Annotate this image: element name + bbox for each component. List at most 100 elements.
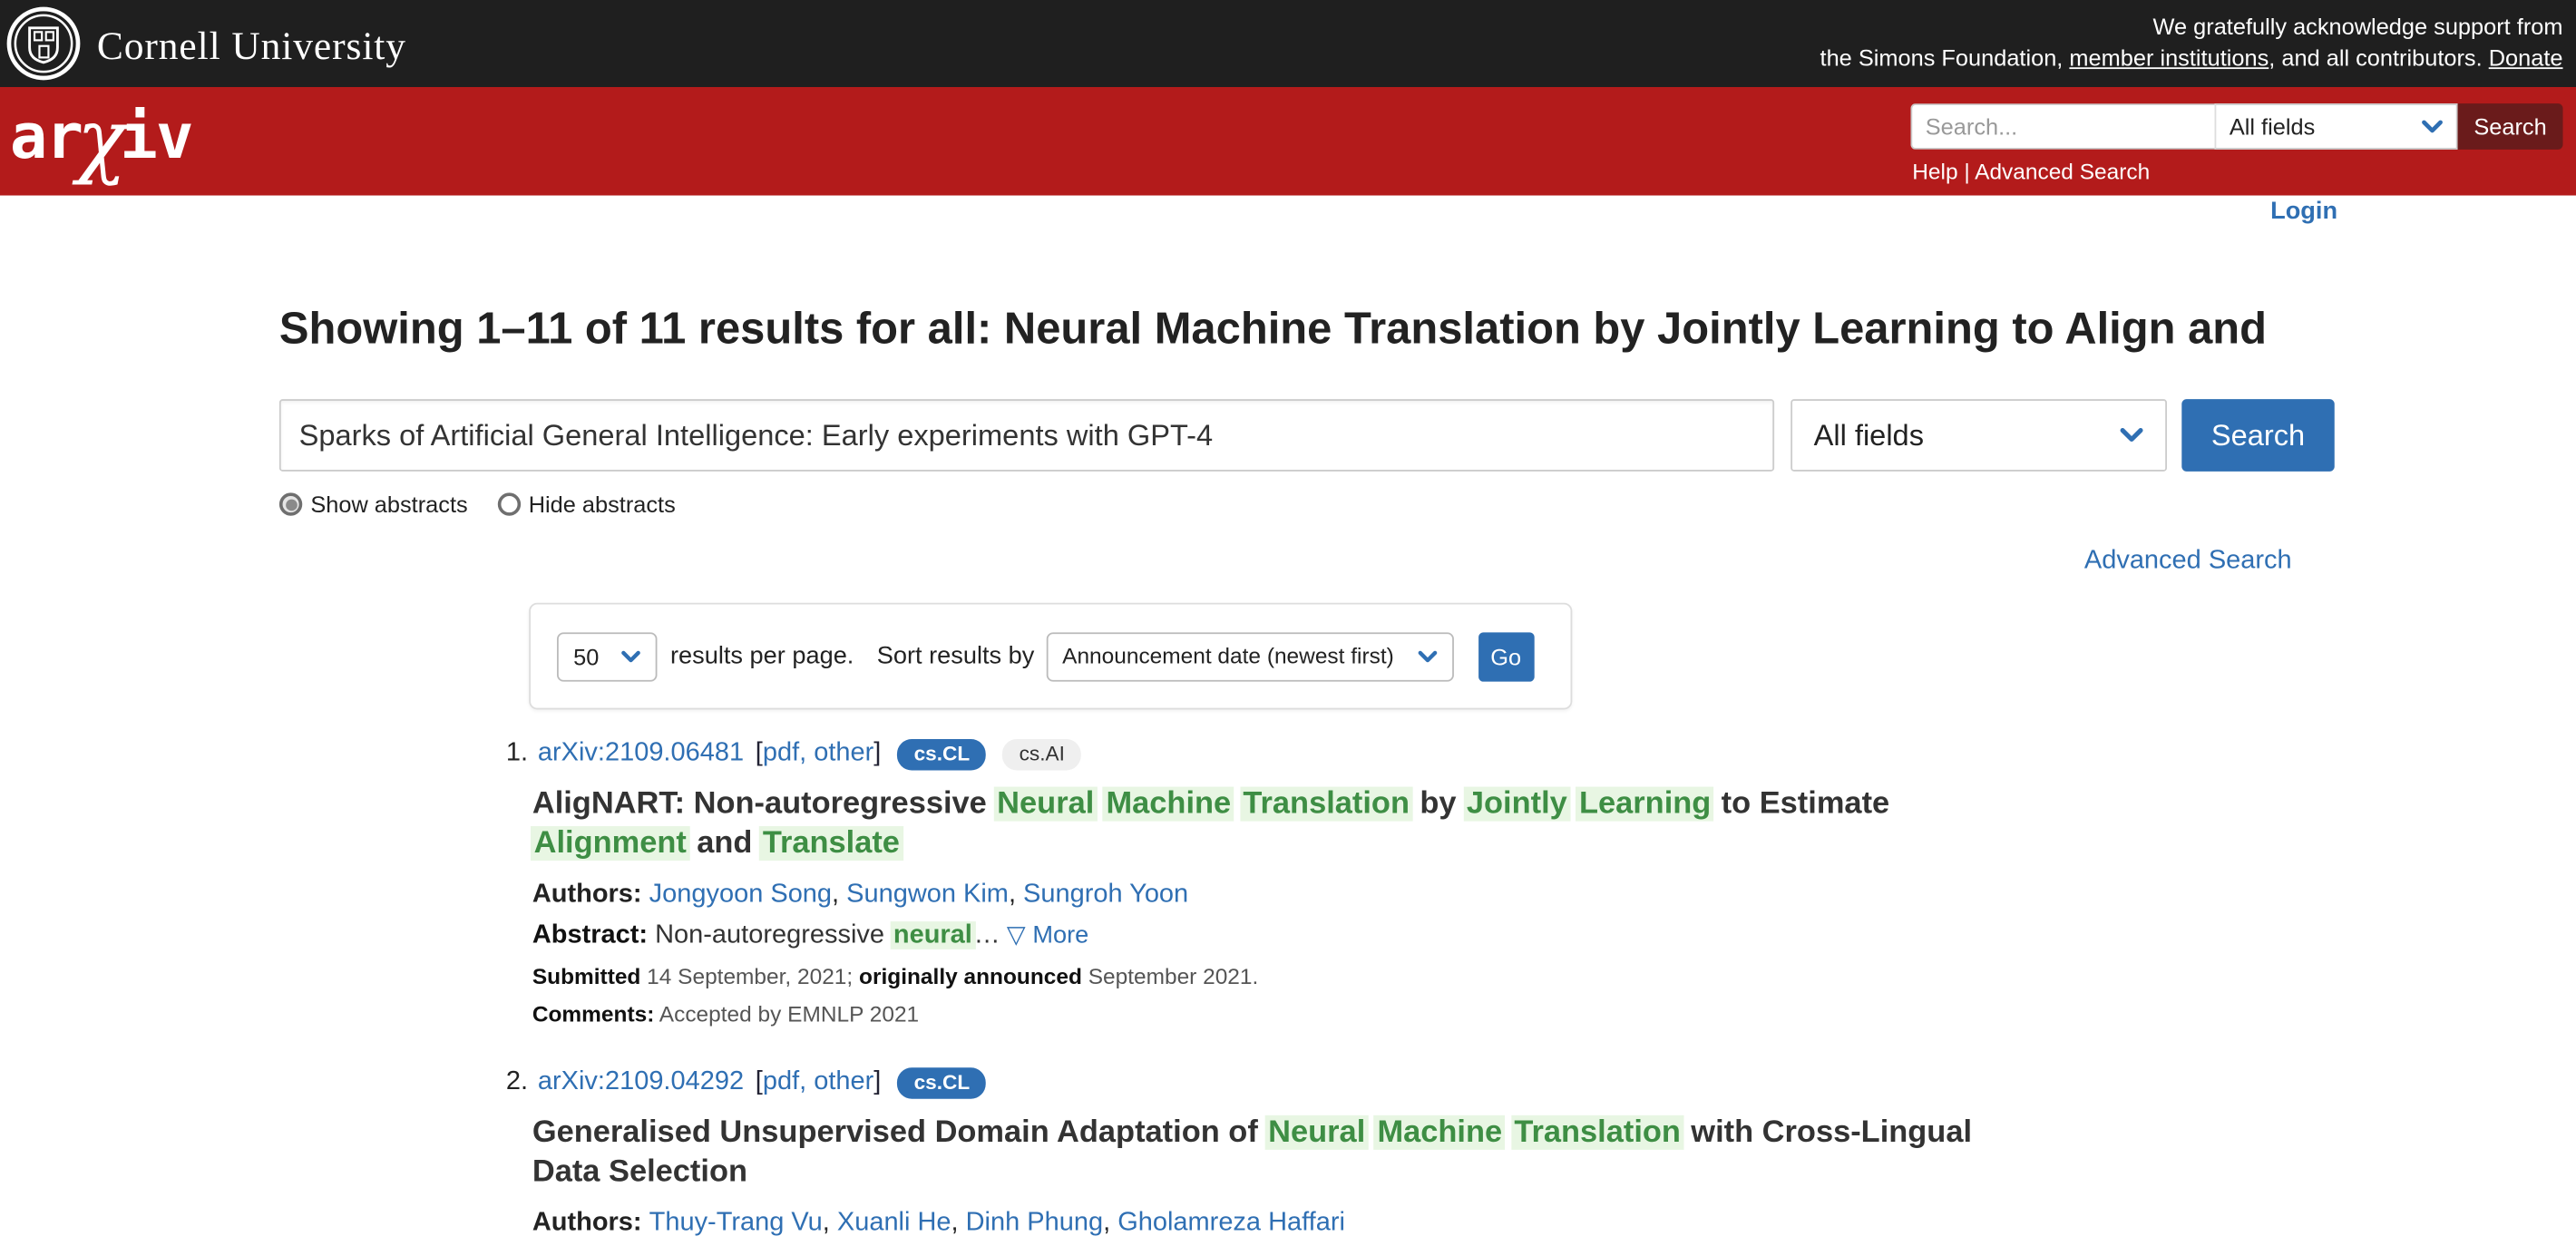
- arxiv-chi-glyph: χ: [77, 92, 125, 187]
- pdf-link[interactable]: pdf: [763, 1067, 799, 1095]
- result-item: 2. arXiv:2109.04292 [pdf, other] cs.CL Gener…: [506, 1065, 2313, 1246]
- arxiv-banner: arχiv All fields Search Help | Advanced …: [0, 87, 2576, 196]
- result-number: 2.: [506, 1065, 528, 1101]
- text-part: Submitted: [532, 964, 641, 988]
- other-link[interactable]: other: [814, 1067, 873, 1095]
- result-title[interactable]: AligNART: Non-autoregressive Neural Mach…: [532, 785, 2313, 864]
- abstract-label: Abstract:: [532, 921, 655, 949]
- results-list: 1. arXiv:2109.06481 [pdf, other] cs.CL cs.AI…: [506, 735, 2313, 1246]
- result-item: 1. arXiv:2109.06481 [pdf, other] cs.CL cs.AI…: [506, 735, 2313, 1027]
- per-page-select[interactable]: 50: [557, 631, 657, 680]
- highlighted-term: Alignment: [531, 826, 689, 861]
- text-part: …: [974, 921, 1000, 949]
- other-link[interactable]: other: [814, 739, 873, 767]
- help-link[interactable]: Help: [1912, 160, 1957, 184]
- results-controls: 50 results per page. Sort results by Ann…: [529, 603, 1572, 710]
- show-abstracts-radio[interactable]: [279, 492, 302, 515]
- member-institutions-link[interactable]: member institutions: [2069, 44, 2269, 70]
- text-part: September 2021.: [1082, 964, 1258, 988]
- main-search-row: All fields Search: [279, 399, 2335, 472]
- show-abstracts-option[interactable]: Show abstracts: [279, 492, 468, 518]
- more-toggle-link[interactable]: ▽ More: [1007, 921, 1088, 949]
- author-link[interactable]: Thuy-Trang Vu: [649, 1209, 823, 1237]
- text-part: AligNART: Non-autoregressive: [532, 787, 996, 822]
- cornell-brand[interactable]: Cornell University: [6, 6, 406, 89]
- advanced-search-link[interactable]: Advanced Search: [2084, 547, 2292, 577]
- author-link[interactable]: Gholamreza Haffari: [1117, 1209, 1345, 1237]
- cornell-wordmark: Cornell University: [97, 25, 406, 70]
- chevron-down-icon: [1417, 649, 1437, 662]
- header-search-group: All fields Search: [1910, 103, 2562, 150]
- support-text: We gratefully acknowledge support from t…: [1820, 12, 2563, 73]
- per-page-label: results per page.: [670, 642, 854, 670]
- show-abstracts-label: Show abstracts: [310, 492, 467, 518]
- author-link[interactable]: Sungwon Kim: [846, 881, 1009, 909]
- result-abstract: Abstract: Non-autoregressive neural…▽ Mo…: [532, 920, 2313, 952]
- main-search-button[interactable]: Search: [2181, 399, 2334, 472]
- header-advanced-search-link[interactable]: Advanced Search: [1975, 160, 2150, 184]
- header-search-button[interactable]: Search: [2458, 103, 2563, 150]
- support-line2-mid: , and all contributors.: [2269, 44, 2488, 70]
- author-link[interactable]: Xuanli He: [837, 1209, 951, 1237]
- main-field-value: All fields: [1814, 418, 1924, 453]
- result-authors: Authors: Jongyoon Song, Sungwon Kim, Sun…: [532, 879, 2313, 910]
- text-part: Non-autoregressive: [655, 921, 892, 949]
- result-body: AligNART: Non-autoregressive Neural Mach…: [532, 785, 2313, 1028]
- result-body: Generalised Unsupervised Domain Adaptati…: [532, 1114, 2313, 1246]
- hide-abstracts-radio[interactable]: [497, 492, 520, 515]
- chevron-down-icon: [621, 649, 641, 662]
- text-part: Data Selection: [532, 1154, 747, 1189]
- chevron-down-icon: [2422, 119, 2444, 133]
- page: Cornell University We gratefully acknowl…: [0, 0, 2576, 1246]
- hide-abstracts-label: Hide abstracts: [529, 492, 676, 518]
- category-tag: cs.CL: [897, 1066, 986, 1097]
- main-search-input[interactable]: [279, 399, 1774, 472]
- pdf-link[interactable]: pdf: [763, 739, 799, 767]
- abstract-options: Show abstracts Hide abstracts: [279, 492, 705, 518]
- per-page-value: 50: [573, 643, 599, 669]
- cornell-topbar: Cornell University We gratefully acknowl…: [0, 0, 2576, 87]
- text-part: to Estimate: [1712, 787, 1889, 822]
- donate-link[interactable]: Donate: [2489, 44, 2563, 70]
- result-comments: Comments: Accepted by EMNLP 2021: [532, 1000, 2313, 1028]
- link-separator: ,: [799, 739, 814, 767]
- header-field-select[interactable]: All fields: [2215, 103, 2458, 150]
- category-tag: cs.CL: [897, 738, 986, 769]
- header-search-input[interactable]: [1910, 103, 2214, 150]
- viewport: Cornell University We gratefully acknowl…: [0, 0, 2576, 1246]
- cornell-seal-icon: [6, 6, 81, 89]
- login-link[interactable]: Login: [2270, 197, 2337, 225]
- hide-abstracts-option[interactable]: Hide abstracts: [497, 492, 675, 518]
- sort-label: Sort results by: [877, 642, 1035, 670]
- result-number: 1.: [506, 735, 528, 772]
- highlighted-term: Machine: [1103, 787, 1234, 822]
- highlighted-term: neural: [890, 921, 975, 949]
- go-button[interactable]: Go: [1478, 631, 1534, 680]
- author-link[interactable]: Jongyoon Song: [649, 881, 832, 909]
- result-title[interactable]: Generalised Unsupervised Domain Adaptati…: [532, 1114, 2313, 1192]
- result-id-link[interactable]: arXiv:2109.04292: [538, 1065, 744, 1101]
- text-part: by: [1411, 787, 1465, 822]
- result-id-link[interactable]: arXiv:2109.06481: [538, 735, 744, 772]
- text-part: with Cross-Lingual: [1683, 1115, 1972, 1150]
- result-id-line: 2. arXiv:2109.04292 [pdf, other] cs.CL: [506, 1065, 2313, 1101]
- highlighted-term: Jointly: [1463, 787, 1570, 822]
- chevron-down-icon: [2119, 427, 2143, 443]
- highlighted-term: Machine: [1374, 1115, 1506, 1150]
- author-link[interactable]: Sungroh Yoon: [1023, 881, 1188, 909]
- text-part: originally announced: [859, 964, 1082, 988]
- highlighted-term: Neural: [994, 787, 1098, 822]
- result-format-links: [pdf, other]: [756, 1065, 882, 1101]
- text-part: 14 September, 2021;: [640, 964, 859, 988]
- main-field-select[interactable]: All fields: [1791, 399, 2167, 472]
- category-tag: cs.AI: [1002, 738, 1081, 769]
- arxiv-logo[interactable]: arχiv: [10, 100, 192, 172]
- sort-select[interactable]: Announcement date (newest first): [1046, 631, 1453, 680]
- author-link[interactable]: Dinh Phung: [966, 1209, 1103, 1237]
- authors-label: Authors:: [532, 1209, 649, 1237]
- result-format-links: [pdf, other]: [756, 735, 882, 772]
- highlighted-term: Translate: [759, 826, 903, 861]
- result-submitted: Submitted 14 September, 2021; originally…: [532, 962, 2313, 990]
- highlighted-term: Translation: [1511, 1115, 1684, 1150]
- support-line1: We gratefully acknowledge support from: [2153, 13, 2563, 39]
